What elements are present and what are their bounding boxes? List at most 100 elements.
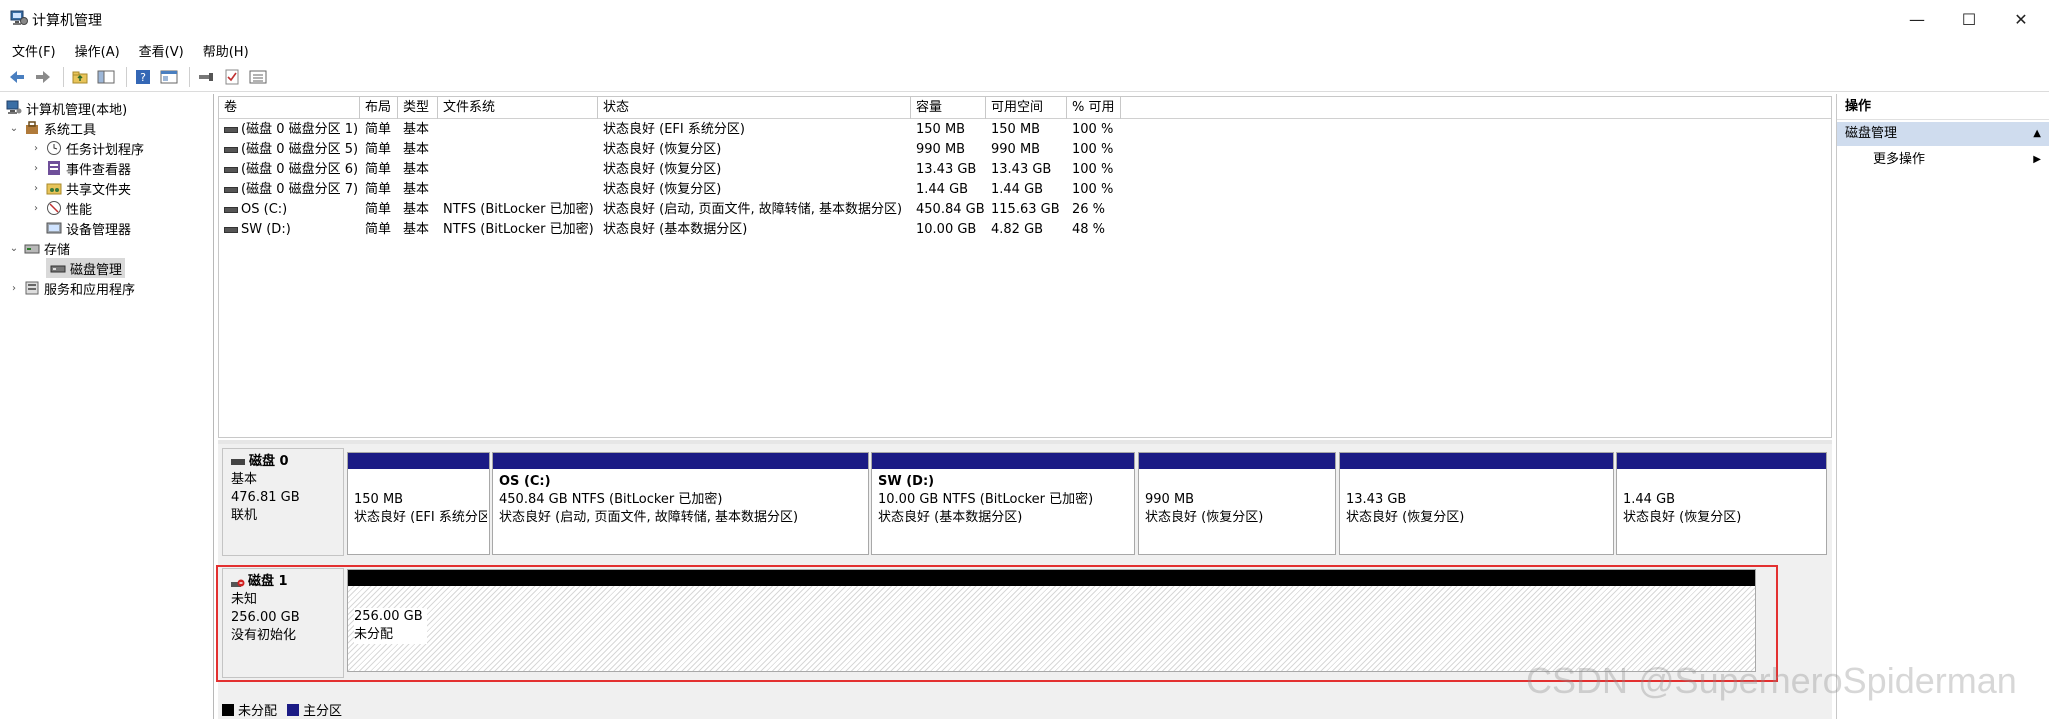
column-header-layout[interactable]: 布局 bbox=[360, 97, 398, 119]
volume-cell: OS (C:) bbox=[219, 200, 360, 220]
table-row[interactable]: (磁盘 0 磁盘分区 1) 简单 基本 状态良好 (EFI 系统分区) 150 … bbox=[219, 120, 1831, 140]
layout-cell: 简单 bbox=[365, 142, 392, 157]
toolbar: ? bbox=[0, 62, 2049, 92]
system-tools-icon bbox=[24, 120, 40, 136]
type-cell: 基本 bbox=[403, 202, 430, 217]
chevron-down-icon[interactable]: ⌄ bbox=[8, 123, 20, 134]
filesystem-cell: NTFS (BitLocker 已加密) bbox=[443, 202, 594, 217]
chevron-right-icon[interactable]: › bbox=[30, 183, 42, 194]
actions-title: 操作 bbox=[1837, 94, 2049, 120]
tree-item-system-tools[interactable]: ⌄ 系统工具 bbox=[8, 118, 96, 138]
properties-icon[interactable] bbox=[158, 66, 180, 88]
menu-view[interactable]: 查看(V) bbox=[132, 41, 191, 60]
up-folder-icon[interactable] bbox=[69, 66, 91, 88]
table-row[interactable]: SW (D:) 简单 基本 NTFS (BitLocker 已加密) 状态良好 … bbox=[219, 220, 1831, 240]
chevron-right-icon[interactable]: › bbox=[30, 163, 42, 174]
column-header-volume[interactable]: 卷 bbox=[219, 97, 360, 119]
primary-partition-bar bbox=[348, 453, 489, 469]
volume-cell: (磁盘 0 磁盘分区 5) bbox=[219, 140, 360, 160]
column-header-capacity[interactable]: 容量 bbox=[911, 97, 986, 119]
help-icon[interactable]: ? bbox=[132, 66, 154, 88]
table-row[interactable]: (磁盘 0 磁盘分区 7) 简单 基本 状态良好 (恢复分区) 1.44 GB … bbox=[219, 180, 1831, 200]
table-row[interactable]: (磁盘 0 磁盘分区 5) 简单 基本 状态良好 (恢复分区) 990 MB 9… bbox=[219, 140, 1831, 160]
chevron-right-icon[interactable]: › bbox=[8, 283, 20, 294]
tree-label: 任务计划程序 bbox=[66, 142, 145, 158]
percent-free-cell: 100 % bbox=[1072, 122, 1114, 137]
shared-folder-icon bbox=[46, 180, 62, 196]
menu-help[interactable]: 帮助(H) bbox=[196, 41, 256, 60]
menu-file[interactable]: 文件(F) bbox=[5, 41, 63, 60]
drive-icon bbox=[224, 166, 238, 173]
tree-item-performance[interactable]: › 性能 bbox=[30, 198, 92, 218]
capacity-cell: 150 MB bbox=[916, 122, 966, 137]
drive-icon bbox=[224, 206, 238, 213]
check-icon[interactable] bbox=[221, 66, 243, 88]
status-cell: 状态良好 (启动, 页面文件, 故障转储, 基本数据分区) bbox=[603, 202, 903, 217]
partition-status: 状态良好 (恢复分区) bbox=[1145, 510, 1264, 525]
chevron-down-icon[interactable]: ⌄ bbox=[8, 243, 20, 254]
tree-item-computer-management[interactable]: 计算机管理(本地) bbox=[2, 98, 127, 118]
free-space-cell: 990 MB bbox=[991, 142, 1041, 157]
collapse-up-icon[interactable]: ▲ bbox=[2033, 122, 2041, 146]
tree-item-task-scheduler[interactable]: › 任务计划程序 bbox=[30, 138, 144, 158]
primary-partition-bar bbox=[1139, 453, 1335, 469]
free-space-cell: 115.63 GB bbox=[991, 202, 1060, 217]
menu-bar: 文件(F) 操作(A) 查看(V) 帮助(H) bbox=[0, 38, 2049, 62]
disk-0-label[interactable]: 磁盘 0 基本 476.81 GB 联机 bbox=[222, 448, 344, 556]
layout-cell: 简单 bbox=[365, 122, 392, 137]
filesystem-cell bbox=[438, 160, 598, 180]
partition-recovery-3[interactable]: 1.44 GB 状态良好 (恢复分区) bbox=[1616, 452, 1827, 555]
table-row[interactable]: (磁盘 0 磁盘分区 6) 简单 基本 状态良好 (恢复分区) 13.43 GB… bbox=[219, 160, 1831, 180]
tree-item-disk-management[interactable]: 磁盘管理 bbox=[46, 258, 126, 278]
list-icon[interactable] bbox=[247, 66, 269, 88]
column-header-free-space[interactable]: 可用空间 bbox=[986, 97, 1067, 119]
tree-item-event-viewer[interactable]: › 事件查看器 bbox=[30, 158, 131, 178]
actions-section-disk-management[interactable]: 磁盘管理 ▲ bbox=[1837, 122, 2049, 146]
drive-icon bbox=[224, 146, 238, 153]
menu-action[interactable]: 操作(A) bbox=[68, 41, 127, 60]
clock-icon bbox=[46, 140, 62, 156]
type-cell: 基本 bbox=[403, 162, 430, 177]
chevron-right-icon[interactable]: › bbox=[30, 143, 42, 154]
partition-size: 150 MB bbox=[354, 492, 404, 507]
back-arrow-icon[interactable] bbox=[6, 66, 28, 88]
drive-icon bbox=[224, 226, 238, 233]
primary-partition-bar bbox=[872, 453, 1134, 469]
maximize-button[interactable]: ☐ bbox=[1946, 0, 1992, 38]
partition-status: 状态良好 (恢复分区) bbox=[1623, 510, 1742, 525]
tree-label: 设备管理器 bbox=[66, 222, 132, 238]
tree-item-storage[interactable]: ⌄ 存储 bbox=[8, 238, 70, 258]
partition-recovery-2[interactable]: 13.43 GB 状态良好 (恢复分区) bbox=[1339, 452, 1614, 555]
partition-recovery-1[interactable]: 990 MB 状态良好 (恢复分区) bbox=[1138, 452, 1336, 555]
column-header-percent-free[interactable]: % 可用 bbox=[1067, 97, 1121, 119]
legend-primary: 主分区 bbox=[287, 700, 342, 719]
table-row[interactable]: OS (C:) 简单 基本 NTFS (BitLocker 已加密) 状态良好 … bbox=[219, 200, 1831, 220]
partition-efi[interactable]: 150 MB 状态良好 (EFI 系统分区) bbox=[347, 452, 490, 555]
minimize-button[interactable]: — bbox=[1894, 0, 1940, 38]
storage-icon bbox=[24, 240, 40, 256]
partition-os-c[interactable]: OS (C:) 450.84 GB NTFS (BitLocker 已加密) 状… bbox=[492, 452, 869, 555]
column-header-type[interactable]: 类型 bbox=[398, 97, 438, 119]
column-header-filesystem[interactable]: 文件系统 bbox=[438, 97, 598, 119]
status-cell: 状态良好 (恢复分区) bbox=[603, 142, 722, 157]
tree-item-shared-folders[interactable]: › 共享文件夹 bbox=[30, 178, 131, 198]
disk-status: 联机 bbox=[231, 508, 258, 523]
toolbar-separator bbox=[189, 66, 190, 87]
connect-icon[interactable] bbox=[195, 66, 217, 88]
volume-cell: (磁盘 0 磁盘分区 6) bbox=[219, 160, 360, 180]
filesystem-cell: NTFS (BitLocker 已加密) bbox=[443, 222, 594, 237]
partition-sw-d[interactable]: SW (D:) 10.00 GB NTFS (BitLocker 已加密) 状态… bbox=[871, 452, 1135, 555]
close-button[interactable]: ✕ bbox=[1998, 0, 2044, 38]
capacity-cell: 450.84 GB bbox=[916, 202, 985, 217]
tree-item-device-manager[interactable]: 设备管理器 bbox=[42, 218, 131, 238]
chevron-right-icon[interactable]: › bbox=[30, 203, 42, 214]
status-cell: 状态良好 (EFI 系统分区) bbox=[603, 122, 745, 137]
show-hide-tree-icon[interactable] bbox=[95, 66, 117, 88]
more-actions-item[interactable]: 更多操作 ▶ bbox=[1873, 148, 2043, 172]
tree-item-services-apps[interactable]: › 服务和应用程序 bbox=[8, 278, 135, 298]
capacity-cell: 10.00 GB bbox=[916, 222, 977, 237]
partition-size: 10.00 GB NTFS (BitLocker 已加密) bbox=[878, 492, 1094, 507]
toolbar-separator bbox=[63, 66, 64, 87]
column-header-status[interactable]: 状态 bbox=[598, 97, 911, 119]
forward-arrow-icon[interactable] bbox=[32, 66, 54, 88]
